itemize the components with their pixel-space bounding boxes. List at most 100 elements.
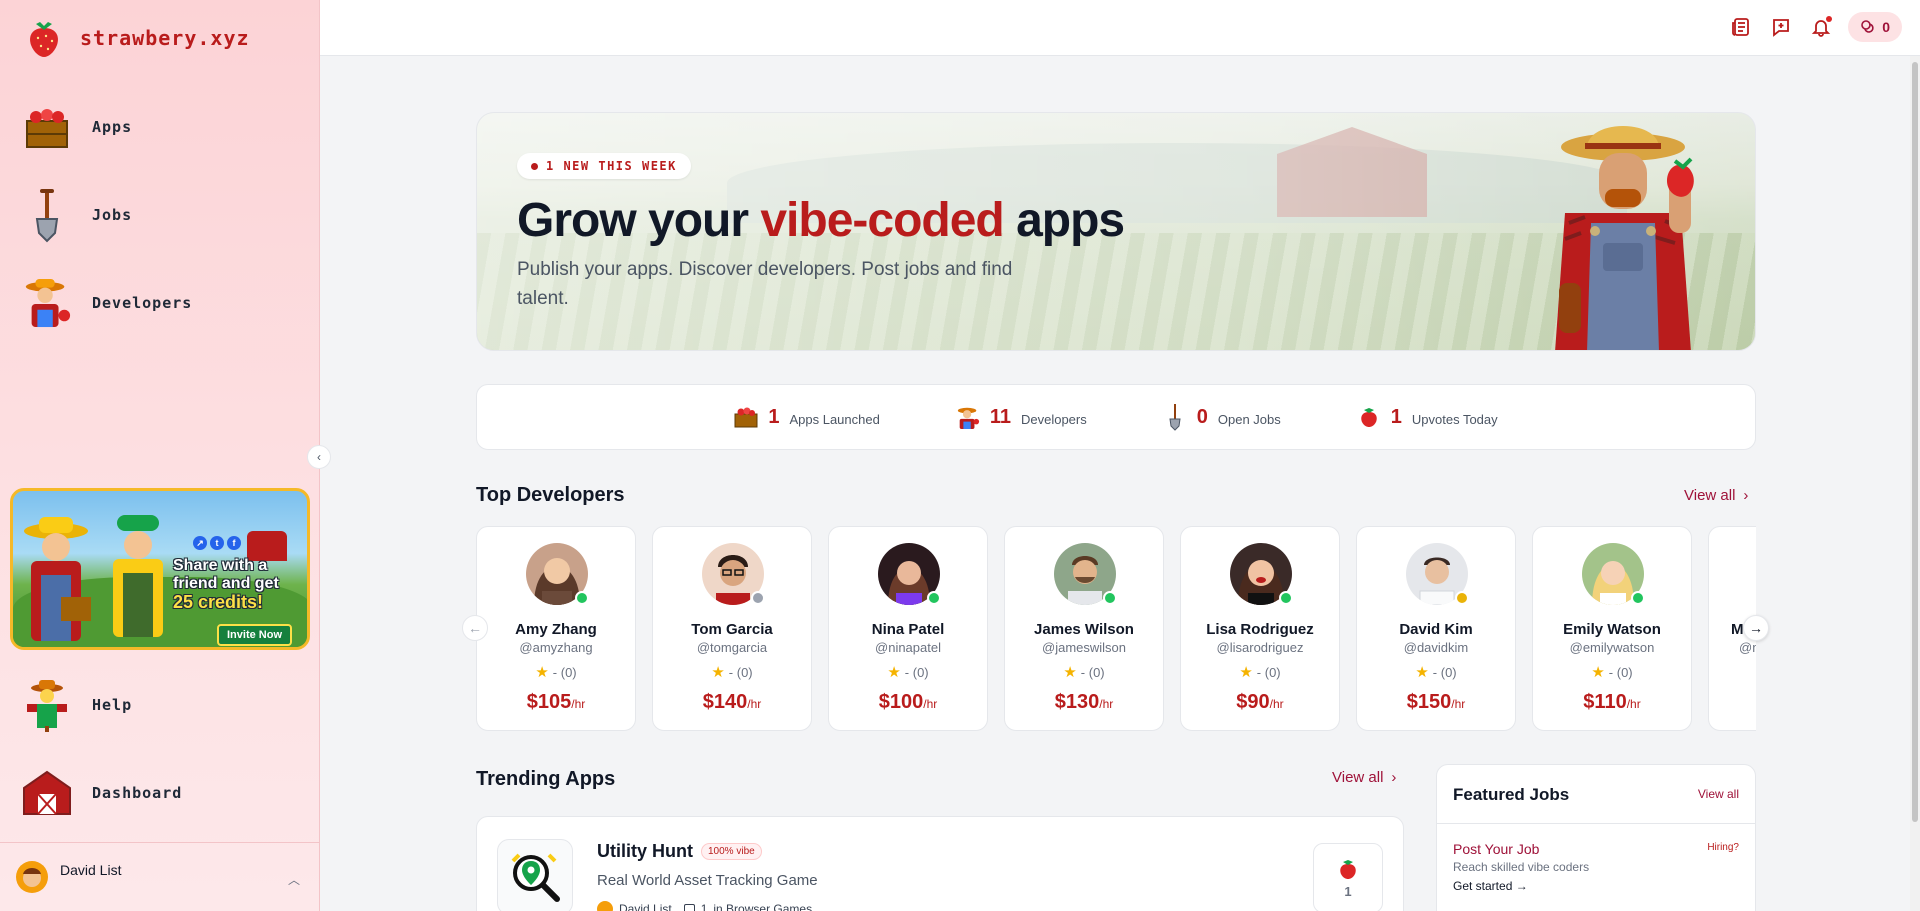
strawberry-icon: [1357, 405, 1381, 429]
crate-icon: [22, 102, 72, 152]
chevron-up-icon[interactable]: ︿: [288, 871, 300, 888]
developer-handle: @ninapatel: [875, 640, 941, 655]
developer-handle: @lisarodriguez: [1216, 640, 1304, 655]
credits-button[interactable]: 0: [1848, 12, 1902, 42]
brand[interactable]: strawbery.xyz: [26, 18, 250, 58]
stat-apps-launched: 1 Apps Launched: [734, 405, 880, 429]
top-bar: 0: [320, 0, 1920, 56]
invite-promo-banner[interactable]: ↗ t f Share with a friend and get 25 cre…: [10, 488, 310, 650]
stat-open-jobs: 0 Open Jobs: [1163, 404, 1281, 431]
developer-card[interactable]: Amy Zhang @amyzhang ★ - (0) $105/hr: [476, 526, 636, 731]
rating-value: - (0): [1256, 665, 1281, 680]
collapse-sidebar-button[interactable]: ‹: [307, 445, 331, 469]
stat-value: 0: [1196, 405, 1208, 428]
post-job-link[interactable]: Post Your Job: [1453, 841, 1539, 857]
rate-value: $130: [1054, 691, 1100, 713]
status-online-badge: [1103, 591, 1117, 605]
social-icons: ↗ t f: [193, 536, 241, 550]
developer-rating: ★ - (0): [1181, 663, 1339, 681]
carousel-prev-button[interactable]: ←: [462, 615, 488, 641]
developer-card[interactable]: Nina Patel @ninapatel ★ - (0) $100/hr: [828, 526, 988, 731]
rating-value: - (0): [1608, 665, 1633, 680]
rating-value: - (0): [1432, 665, 1457, 680]
developers-view-all-link[interactable]: View all ›: [1684, 487, 1748, 504]
sidebar-item-label: Jobs: [92, 206, 133, 224]
rate-value: $150: [1406, 691, 1452, 713]
top-developers-title: Top Developers: [476, 484, 625, 506]
sidebar-item-help[interactable]: Help: [22, 680, 132, 732]
developer-card[interactable]: Emily Watson @emilywatson ★ - (0) $110/hr: [1532, 526, 1692, 731]
star-icon: ★: [711, 664, 725, 681]
app-author[interactable]: David List: [619, 902, 672, 911]
sidebar-item-jobs[interactable]: Jobs: [22, 189, 133, 243]
developer-name: James Wilson: [1034, 621, 1134, 638]
shovel-icon: [1163, 404, 1187, 431]
rating-value: - (0): [1080, 665, 1105, 680]
user-menu[interactable]: David List ︿: [0, 842, 320, 911]
app-description: Real World Asset Tracking Game: [597, 872, 818, 889]
status-away-badge: [1455, 591, 1469, 605]
app-card[interactable]: Utility Hunt 100% vibe Real World Asset …: [476, 816, 1404, 911]
rate-value: $110: [1583, 691, 1627, 713]
farmer-illustration: [1555, 126, 1694, 350]
add-post-icon[interactable]: [1768, 14, 1794, 40]
hero-title-accent: vibe-coded: [760, 194, 1004, 247]
stat-label: Developers: [1020, 411, 1087, 427]
jobs-view-all-link[interactable]: View all: [1698, 787, 1739, 801]
stat-value: 11: [989, 405, 1011, 428]
promo-line: friend and get: [173, 575, 279, 592]
scrollbar-thumb[interactable]: [1912, 62, 1918, 822]
rate-unit: /hr: [1269, 697, 1284, 711]
status-online-badge: [1631, 591, 1645, 605]
new-this-week-badge: 1 NEW THIS WEEK: [517, 153, 691, 179]
sidebar: strawbery.xyz Apps Jobs Developers ↗ t f…: [0, 0, 320, 911]
promo-line: Share with a: [173, 557, 268, 574]
carousel-next-button[interactable]: →: [1743, 615, 1769, 641]
developer-card[interactable]: Lisa Rodriguez @lisarodriguez ★ - (0) $90…: [1180, 526, 1340, 731]
promo-credits: 25 credits!: [173, 592, 264, 612]
get-started-link[interactable]: Get started →: [1453, 879, 1528, 893]
developer-rate: $140/hr: [653, 691, 811, 714]
app-category[interactable]: in Browser Games: [713, 902, 812, 911]
view-all-label: View all: [1332, 769, 1384, 786]
developer-card[interactable]: Tom Garcia @tomgarcia ★ - (0) $140/hr: [652, 526, 812, 731]
hero-banner: 1 NEW THIS WEEK Grow your vibe-coded app…: [476, 112, 1756, 351]
avatar: [16, 861, 48, 893]
strawberry-icon: [1340, 859, 1356, 879]
sidebar-item-dashboard[interactable]: Dashboard: [22, 768, 182, 818]
rate-value: $140: [702, 691, 748, 713]
chevron-left-icon: ‹: [317, 450, 321, 464]
notification-dot: [1826, 16, 1833, 22]
rate-unit: /hr: [923, 697, 938, 711]
invite-now-button[interactable]: Invite Now: [217, 624, 293, 646]
developer-handle: @emilywatson: [1569, 640, 1655, 655]
apps-view-all-link[interactable]: View all ›: [1332, 769, 1396, 786]
upvote-button[interactable]: 1: [1313, 843, 1383, 911]
developer-name: Tom Garcia: [691, 621, 773, 638]
location-pin-icon: [511, 853, 560, 902]
barn-icon: [22, 768, 72, 818]
developer-card[interactable]: David Kim @davidkim ★ - (0) $150/hr: [1356, 526, 1516, 731]
star-icon: ★: [887, 664, 901, 681]
page-scrollbar[interactable]: [1910, 56, 1920, 911]
developer-rate: $150/hr: [1357, 691, 1515, 714]
news-icon[interactable]: [1728, 14, 1754, 40]
sidebar-item-apps[interactable]: Apps: [22, 102, 132, 152]
stat-label: Upvotes Today: [1411, 411, 1498, 427]
trending-apps-title: Trending Apps: [476, 768, 616, 790]
star-icon: ★: [535, 664, 549, 681]
rate-unit: /hr: [571, 697, 586, 711]
rate-unit: /hr: [747, 697, 762, 711]
twitter-icon: t: [210, 536, 224, 550]
stat-value: 1: [768, 405, 780, 428]
rate-unit: /hr: [1451, 697, 1466, 711]
bell-icon[interactable]: [1808, 14, 1834, 40]
stats-bar: 1 Apps Launched 11 Developers 0 Open Job…: [476, 384, 1756, 450]
avatar: [597, 901, 613, 911]
developer-card[interactable]: James Wilson @jameswilson ★ - (0) $130/hr: [1004, 526, 1164, 731]
sidebar-item-developers[interactable]: Developers: [22, 278, 192, 328]
star-icon: ★: [1415, 664, 1429, 681]
app-name[interactable]: Utility Hunt: [597, 841, 693, 862]
hero-title: Grow your vibe-coded apps: [517, 193, 1125, 248]
upvote-count: 1: [1344, 883, 1352, 899]
